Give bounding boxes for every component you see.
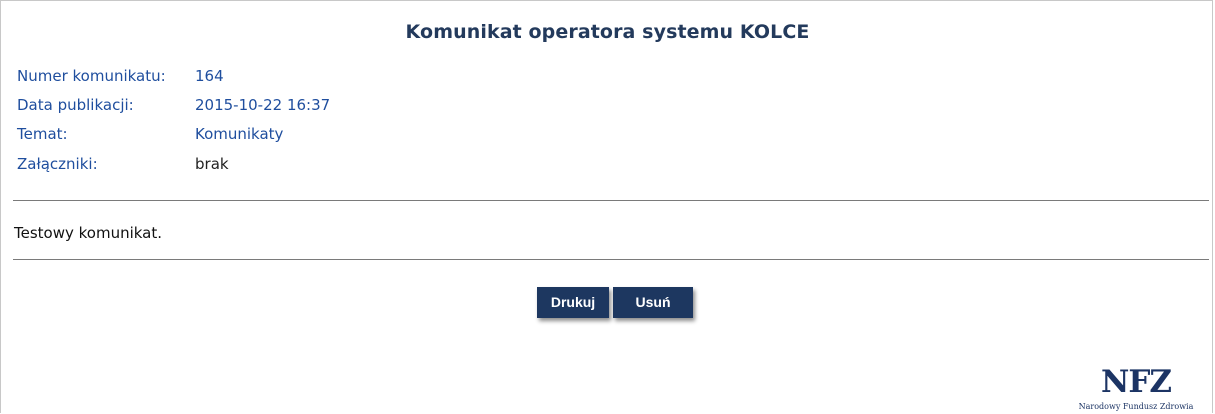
divider-bottom bbox=[13, 259, 1209, 260]
topic-value: Komunikaty bbox=[195, 125, 284, 143]
number-label: Numer komunikatu: bbox=[17, 67, 166, 85]
message-body: Testowy komunikat. bbox=[14, 224, 163, 242]
message-panel: Komunikat operatora systemu KOLCE Numer … bbox=[0, 0, 1213, 413]
divider-top bbox=[13, 200, 1209, 201]
date-label: Data publikacji: bbox=[17, 96, 134, 114]
nfz-logo-mark: NFZ bbox=[1101, 364, 1172, 400]
nfz-logo: NFZ Narodowy Fundusz Zdrowia bbox=[1071, 366, 1201, 414]
delete-button[interactable]: Usuń bbox=[613, 287, 693, 318]
number-value: 164 bbox=[195, 67, 224, 85]
attachments-label: Załączniki: bbox=[17, 155, 98, 173]
attachments-value: brak bbox=[195, 155, 229, 173]
nfz-logo-caption: Narodowy Fundusz Zdrowia bbox=[1078, 402, 1194, 411]
date-value: 2015-10-22 16:37 bbox=[195, 96, 331, 114]
topic-label: Temat: bbox=[17, 125, 68, 143]
print-button[interactable]: Drukuj bbox=[537, 287, 609, 318]
page-title: Komunikat operatora systemu KOLCE bbox=[405, 21, 810, 43]
